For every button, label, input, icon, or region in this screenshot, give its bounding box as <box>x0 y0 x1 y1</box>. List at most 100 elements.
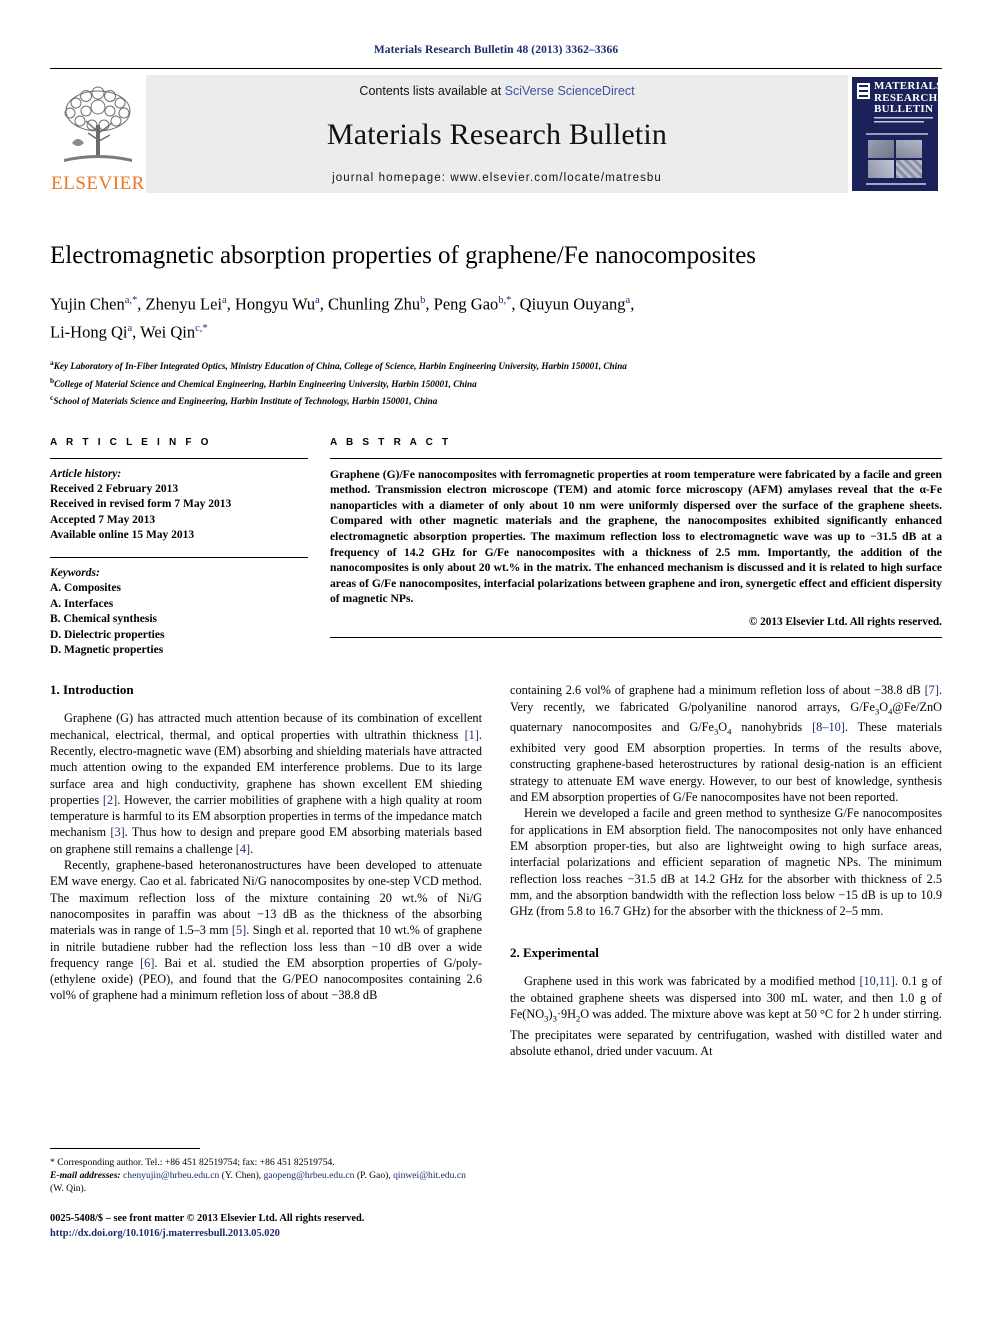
abstract-text: Graphene (G)/Fe nanocomposites with ferr… <box>330 467 942 606</box>
article-info-heading: A R T I C L E I N F O <box>50 436 212 448</box>
contents-lists-line: Contents lists available at SciVerse Sci… <box>359 84 634 98</box>
cover-caption-line <box>866 133 928 135</box>
contents-prefix: Contents lists available at <box>359 84 505 98</box>
section-heading-introduction: 1. Introduction <box>50 682 134 698</box>
keyword-item: B. Chemical synthesis <box>50 613 158 626</box>
text-run: nanohybrids <box>731 720 813 735</box>
text-run: ·9H <box>556 1007 576 1021</box>
keyword-item: D. Dielectric properties <box>50 628 165 641</box>
footnote-divider <box>50 1148 200 1149</box>
elsevier-wordmark: ELSEVIER <box>51 173 145 194</box>
affiliation-list: aKey Laboratory of In-Fiber Integrated O… <box>50 356 942 409</box>
info-abstract-region: A R T I C L E I N F O Article history: R… <box>50 437 942 659</box>
citation-ref[interactable]: [1] <box>465 728 479 742</box>
divider <box>330 457 942 459</box>
body-columns: 1. Introduction Graphene (G) has attract… <box>50 682 942 1059</box>
banner-center: Contents lists available at SciVerse Sci… <box>146 75 848 193</box>
abstract-column: A B S T R A C T Graphene (G)/Fe nanocomp… <box>330 437 942 659</box>
elsevier-logo: ELSEVIER <box>50 75 146 193</box>
journal-banner: ELSEVIER Contents lists available at Sci… <box>50 68 942 193</box>
text-run: Graphene (G) has attracted much attentio… <box>50 711 482 742</box>
author-affil-mark: a,* <box>124 295 138 306</box>
citation-ref[interactable]: [5] <box>232 923 246 937</box>
author-affil-mark: b <box>420 295 426 306</box>
cover-elsevier-icon <box>857 83 870 99</box>
journal-cover-thumbnail[interactable]: MATERIALS RESEARCH BULLETIN <box>848 75 942 193</box>
email-label: E-mail addresses: <box>50 1170 121 1182</box>
affiliation-item: cSchool of Materials Science and Enginee… <box>50 391 942 409</box>
divider <box>50 557 308 559</box>
cover-footer-line <box>866 183 926 185</box>
citation-ref[interactable]: [7] <box>925 683 939 697</box>
paragraph: Herein we developed a facile and green m… <box>510 806 942 919</box>
keywords-label: Keywords: <box>50 567 100 580</box>
email-owner: (Y. Chen), <box>219 1170 264 1182</box>
author-affil-mark: a <box>315 295 320 306</box>
page-title: Electromagnetic absorption properties of… <box>50 242 757 269</box>
article-history-label: Article history: <box>50 467 122 480</box>
cover-subtitle-lines <box>874 117 933 124</box>
email-link[interactable]: gaopeng@hrbeu.edu.cn <box>264 1170 355 1181</box>
email-link[interactable]: chenyujin@hrbeu.edu.cn <box>123 1170 219 1181</box>
citation-ref[interactable]: [6] <box>140 956 154 970</box>
abstract-copyright: © 2013 Elsevier Ltd. All rights reserved… <box>748 616 942 629</box>
email-owner: (P. Gao), <box>354 1170 394 1182</box>
article-history-item: Received 2 February 2013 <box>50 482 179 495</box>
abstract-heading: A B S T R A C T <box>330 436 452 448</box>
affiliation-text: School of Materials Science and Engineer… <box>53 396 438 407</box>
sciencedirect-link[interactable]: SciVerse ScienceDirect <box>505 84 635 98</box>
journal-homepage-link[interactable]: journal homepage: www.elsevier.com/locat… <box>332 172 662 184</box>
divider <box>330 637 942 639</box>
issn-copyright-line: 0025-5408/$ – see front matter © 2013 El… <box>50 1213 365 1224</box>
author-affil-mark: a <box>222 295 227 306</box>
paragraph: Graphene (G) has attracted much attentio… <box>50 710 482 857</box>
paragraph-continued: containing 2.6 vol% of graphene had a mi… <box>510 682 942 805</box>
body-column-left: 1. Introduction Graphene (G) has attract… <box>50 682 482 1059</box>
doi-link[interactable]: http://dx.doi.org/10.1016/j.materresbull… <box>50 1227 490 1242</box>
text-run: . <box>250 841 254 856</box>
elsevier-tree-icon <box>64 86 132 162</box>
paragraph: Recently, graphene-based heteronanostruc… <box>50 857 482 1004</box>
email-addresses-note: E-mail addresses: chenyujin@hrbeu.edu.cn… <box>50 1169 480 1195</box>
author-affil-mark: b,* <box>498 295 512 306</box>
author-affil-mark: a <box>127 322 133 334</box>
footnote-area: * Corresponding author. Tel.: +86 451 82… <box>50 1148 480 1196</box>
keyword-item: A. Composites <box>50 582 121 595</box>
affiliation-text: College of Material Science and Chemical… <box>54 378 477 389</box>
affiliation-item: aKey Laboratory of In-Fiber Integrated O… <box>50 356 942 374</box>
running-head: Materials Research Bulletin 48 (2013) 33… <box>373 44 619 56</box>
text-run: O <box>718 720 728 735</box>
body-column-right: containing 2.6 vol% of graphene had a mi… <box>510 682 942 1059</box>
email-owner: (W. Qin). <box>50 1183 87 1195</box>
divider <box>50 457 308 459</box>
article-history-item: Accepted 7 May 2013 <box>50 513 156 526</box>
title-block: Electromagnetic absorption properties of… <box>50 241 942 409</box>
email-link[interactable]: qinwei@hit.edu.cn <box>393 1170 466 1181</box>
cover-title: MATERIALS RESEARCH BULLETIN <box>874 80 938 115</box>
paragraph: Graphene used in this work was fabricate… <box>510 973 942 1059</box>
section-heading-experimental: 2. Experimental <box>510 945 599 961</box>
author-affil-mark: c,* <box>195 322 208 334</box>
article-info-column: A R T I C L E I N F O Article history: R… <box>50 437 308 659</box>
citation-ref[interactable]: [2] <box>103 793 117 807</box>
citation-ref[interactable]: [3] <box>110 825 124 839</box>
citation-ref[interactable]: [10,11] <box>859 974 894 988</box>
author-affil-mark: a <box>625 295 631 306</box>
text-run: O <box>879 699 889 714</box>
keyword-item: A. Interfaces <box>50 597 114 610</box>
citation-ref[interactable]: [4] <box>236 842 250 856</box>
affiliation-item: bCollege of Material Science and Chemica… <box>50 374 942 392</box>
article-history-item: Available online 15 May 2013 <box>50 528 195 541</box>
article-history-item: Received in revised form 7 May 2013 <box>50 498 232 511</box>
affiliation-text: Key Laboratory of In-Fiber Integrated Op… <box>53 361 627 372</box>
text-run: containing 2.6 vol% of graphene had a mi… <box>510 683 925 698</box>
journal-title: Materials Research Bulletin <box>326 118 668 151</box>
corresponding-author-note: * Corresponding author. Tel.: +86 451 82… <box>50 1157 335 1168</box>
author-list: Yujin Chena,*, Zhenyu Leia, Hongyu Wua, … <box>50 294 635 342</box>
keyword-item: D. Magnetic properties <box>50 643 164 656</box>
citation-ref[interactable]: [8–10] <box>812 720 845 734</box>
cover-micrograph-grid <box>868 140 922 178</box>
paper-page: Materials Research Bulletin 48 (2013) 33… <box>0 0 992 1323</box>
imprint-block: 0025-5408/$ – see front matter © 2013 El… <box>50 1212 490 1241</box>
text-run: Graphene used in this work was fabricate… <box>524 974 860 989</box>
